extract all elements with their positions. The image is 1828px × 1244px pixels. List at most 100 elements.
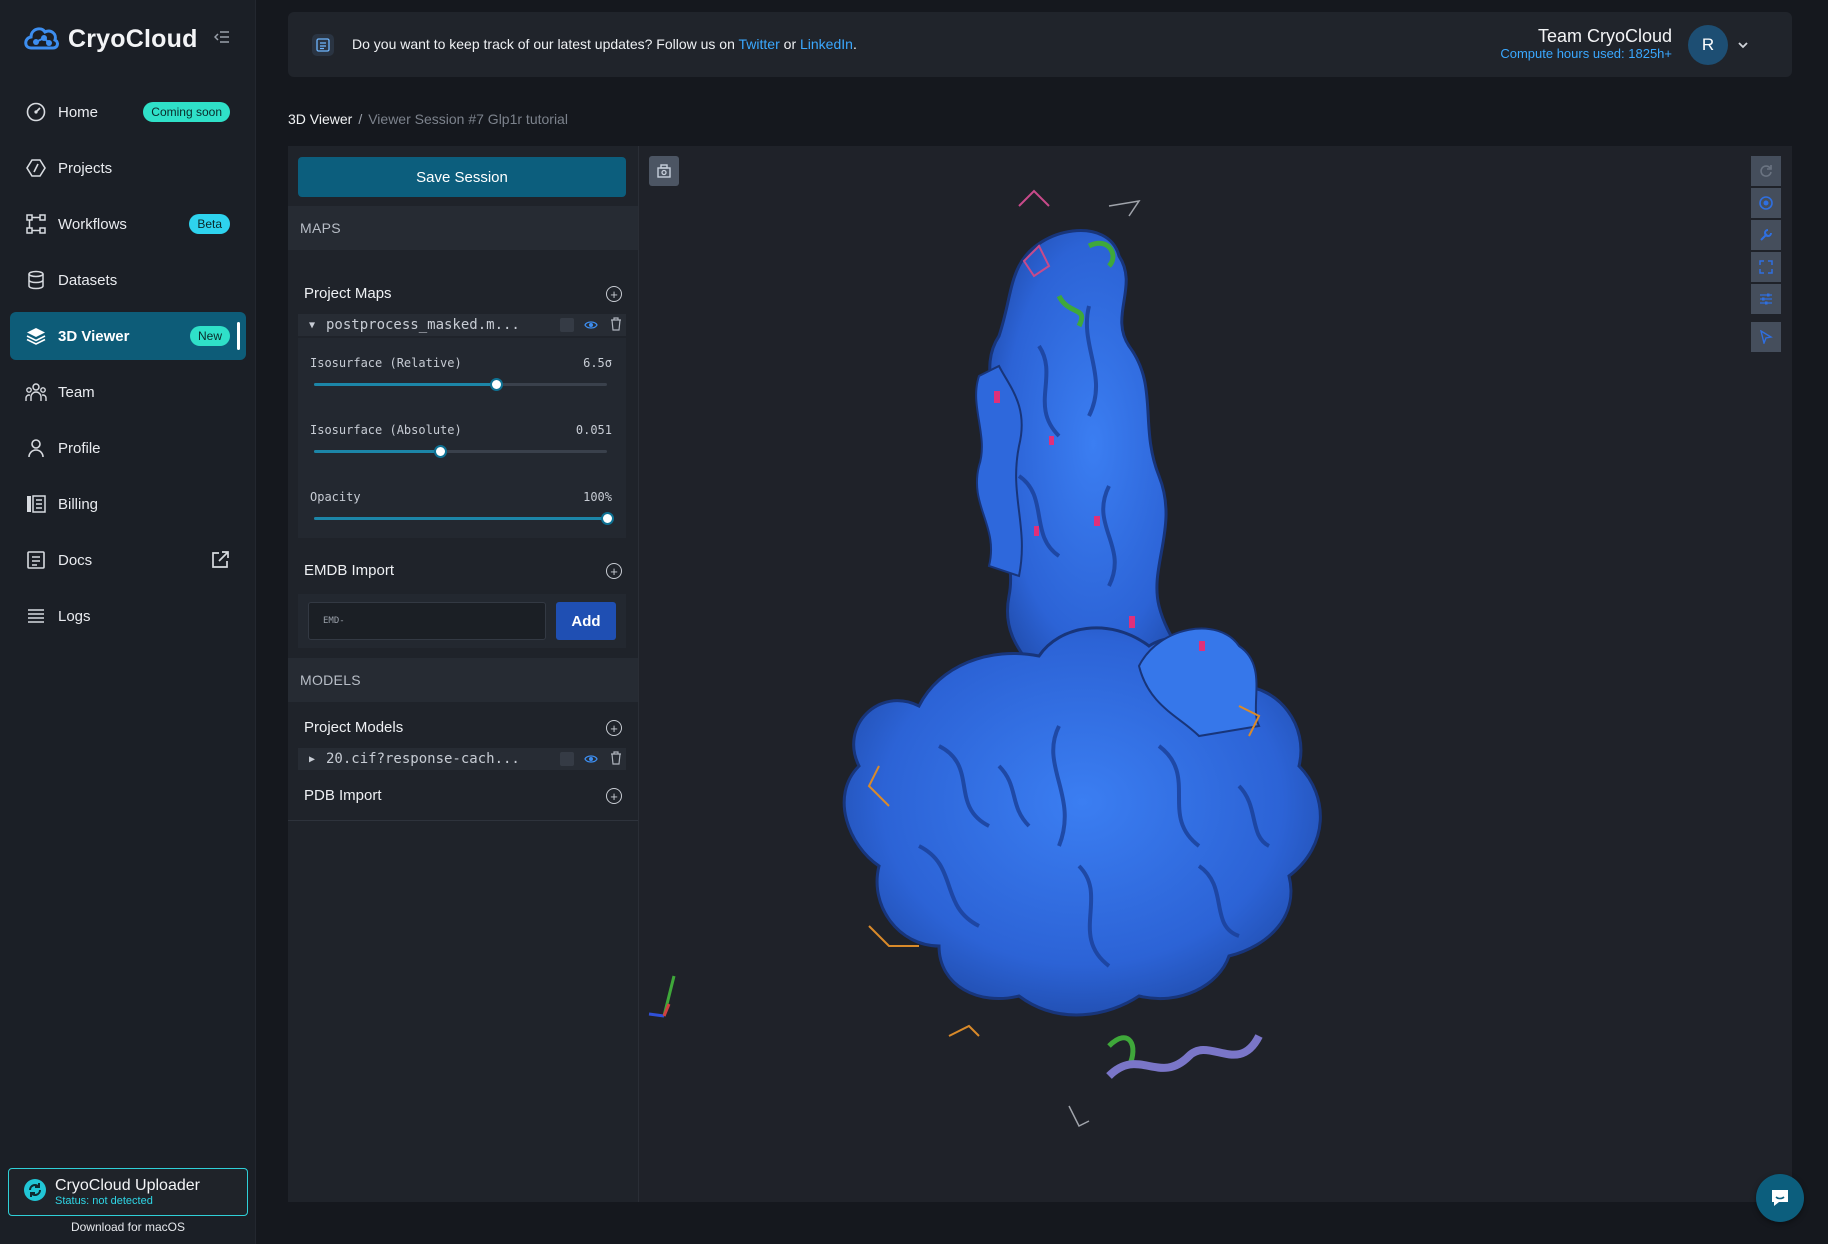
breadcrumb: 3D Viewer / Viewer Session #7 Glp1r tutori… bbox=[288, 111, 568, 127]
sidebar-item-home[interactable]: Home Coming soon bbox=[10, 88, 246, 136]
uploader-status: Status: not detected bbox=[55, 1195, 153, 1207]
announcement-conj: or bbox=[783, 36, 797, 52]
sidebar-item-billing[interactable]: Billing bbox=[10, 480, 246, 528]
brand-name: CryoCloud bbox=[68, 25, 198, 53]
slider-fill bbox=[314, 383, 496, 386]
linkedin-link[interactable]: LinkedIn bbox=[800, 36, 853, 52]
layers-icon bbox=[24, 324, 48, 348]
project-models-title: Project Models bbox=[304, 719, 404, 736]
eye-icon[interactable] bbox=[584, 318, 598, 336]
sidebar-item-team[interactable]: Team bbox=[10, 368, 246, 416]
isosurface-absolute-value: 0.051 bbox=[575, 423, 612, 437]
slider-handle[interactable] bbox=[433, 445, 447, 458]
add-pdb-icon[interactable]: + bbox=[606, 788, 622, 804]
project-maps-title: Project Maps bbox=[304, 285, 392, 302]
sidebar-item-label: Docs bbox=[58, 551, 93, 569]
isosurface-absolute-label: Isosurface (Absolute) bbox=[310, 423, 462, 437]
twitter-link[interactable]: Twitter bbox=[739, 36, 780, 52]
screenshot-icon[interactable] bbox=[649, 156, 679, 186]
sidebar-item-label: Projects bbox=[58, 159, 113, 177]
opacity-value: 100% bbox=[583, 490, 612, 504]
sidebar-item-workflows[interactable]: Workflows Beta bbox=[10, 200, 246, 248]
uploader-status-card[interactable]: CryoCloud Uploader Status: not detected bbox=[8, 1168, 248, 1216]
slider-handle[interactable] bbox=[489, 378, 503, 391]
sidebar-item-docs[interactable]: Docs bbox=[10, 536, 246, 584]
cloud-logo-icon bbox=[22, 22, 60, 57]
compute-hours: Compute hours used: 1825h+ bbox=[1500, 46, 1672, 61]
focus-icon[interactable] bbox=[1751, 188, 1781, 218]
announcement-prefix: Do you want to keep track of our latest … bbox=[352, 36, 735, 52]
expand-caret-icon[interactable]: ▼ bbox=[298, 320, 326, 331]
sidebar-item-logs[interactable]: Logs bbox=[10, 592, 246, 640]
fullscreen-icon[interactable] bbox=[1751, 252, 1781, 282]
settings-sliders-icon[interactable] bbox=[1751, 284, 1781, 314]
add-emdb-icon[interactable]: + bbox=[606, 563, 622, 579]
projects-icon bbox=[24, 156, 48, 180]
trash-icon[interactable] bbox=[610, 751, 622, 769]
opacity-slider[interactable] bbox=[314, 512, 614, 525]
cursor-select-icon[interactable] bbox=[1751, 322, 1781, 352]
add-map-icon[interactable]: + bbox=[606, 286, 622, 302]
panel-divider bbox=[288, 820, 638, 821]
slider-fill bbox=[314, 450, 440, 453]
database-icon bbox=[24, 268, 48, 292]
team-name: Team CryoCloud bbox=[1537, 26, 1672, 46]
announcement-suffix: . bbox=[852, 36, 857, 52]
team-info: Team CryoCloud Compute hours used: 1825h… bbox=[1500, 26, 1672, 62]
slider-handle[interactable] bbox=[601, 512, 614, 525]
team-icon bbox=[24, 380, 48, 404]
sidebar-item-label: Team bbox=[58, 383, 95, 401]
map-checkbox[interactable] bbox=[560, 318, 574, 332]
breadcrumb-current: Viewer Session #7 Glp1r tutorial bbox=[368, 111, 568, 127]
uploader-title: CryoCloud Uploader bbox=[55, 1177, 200, 1194]
emdb-id-input[interactable] bbox=[308, 602, 546, 640]
billing-icon bbox=[24, 492, 48, 516]
new-badge: New bbox=[189, 326, 230, 346]
emdb-add-button[interactable]: Add bbox=[556, 602, 616, 640]
viewer-side-panel: Save Session MAPS Project Maps + ▼ postp… bbox=[288, 146, 638, 1202]
sidebar-item-datasets[interactable]: Datasets bbox=[10, 256, 246, 304]
external-link-icon bbox=[210, 550, 230, 575]
collapse-sidebar-icon[interactable] bbox=[213, 30, 234, 50]
emdb-import-title: EMDB Import bbox=[304, 562, 395, 579]
molecule-density-render bbox=[648, 189, 1322, 1128]
add-model-icon[interactable]: + bbox=[606, 720, 622, 736]
sidebar-item-profile[interactable]: Profile bbox=[10, 424, 246, 472]
sidebar-item-3d-viewer[interactable]: 3D Viewer New bbox=[10, 312, 246, 360]
trash-icon[interactable] bbox=[610, 317, 622, 335]
isosurface-relative-slider[interactable] bbox=[314, 378, 607, 391]
list-icon bbox=[24, 604, 48, 628]
sidebar-item-projects[interactable]: Projects bbox=[10, 144, 246, 192]
model-file-row[interactable]: ▶ 20.cif?response-cach... bbox=[298, 748, 626, 770]
sync-icon bbox=[23, 1178, 47, 1207]
map-settings-panel: Isosurface (Relative) 6.5σ Isosurface (A… bbox=[298, 338, 626, 538]
avatar[interactable]: R bbox=[1688, 25, 1728, 65]
sidebar-item-label: Billing bbox=[58, 495, 99, 513]
sidebar-item-label: Profile bbox=[58, 439, 101, 457]
announcement-text: Do you want to keep track of our latest … bbox=[352, 36, 857, 52]
chevron-down-icon[interactable] bbox=[1738, 38, 1748, 52]
wrench-icon[interactable] bbox=[1751, 220, 1781, 250]
3d-viewer-canvas[interactable] bbox=[638, 146, 1792, 1202]
gauge-icon bbox=[24, 100, 48, 124]
model-checkbox[interactable] bbox=[560, 752, 574, 766]
brand-logo[interactable]: CryoCloud bbox=[22, 22, 198, 57]
workflow-icon bbox=[24, 212, 48, 236]
eye-icon[interactable] bbox=[584, 752, 598, 770]
model-file-name: 20.cif?response-cach... bbox=[326, 751, 520, 767]
chat-support-icon[interactable] bbox=[1756, 1174, 1804, 1222]
announcement-icon bbox=[312, 34, 334, 56]
slider-fill bbox=[314, 517, 607, 520]
top-bar: Do you want to keep track of our latest … bbox=[288, 12, 1792, 77]
isosurface-absolute-slider[interactable] bbox=[314, 445, 607, 458]
expand-caret-icon[interactable]: ▶ bbox=[298, 754, 326, 765]
opacity-label: Opacity bbox=[310, 490, 361, 504]
breadcrumb-root[interactable]: 3D Viewer bbox=[288, 111, 352, 127]
sidebar-item-label: Home bbox=[58, 103, 99, 121]
download-macos-link[interactable]: Download for macOS bbox=[0, 1220, 256, 1234]
sidebar-item-label: Logs bbox=[58, 607, 91, 625]
map-file-row[interactable]: ▼ postprocess_masked.m... bbox=[298, 314, 626, 336]
reset-view-icon[interactable] bbox=[1751, 156, 1781, 186]
sidebar: CryoCloud Home Coming soon Projects Work… bbox=[0, 0, 256, 1244]
save-session-button[interactable]: Save Session bbox=[298, 157, 626, 197]
